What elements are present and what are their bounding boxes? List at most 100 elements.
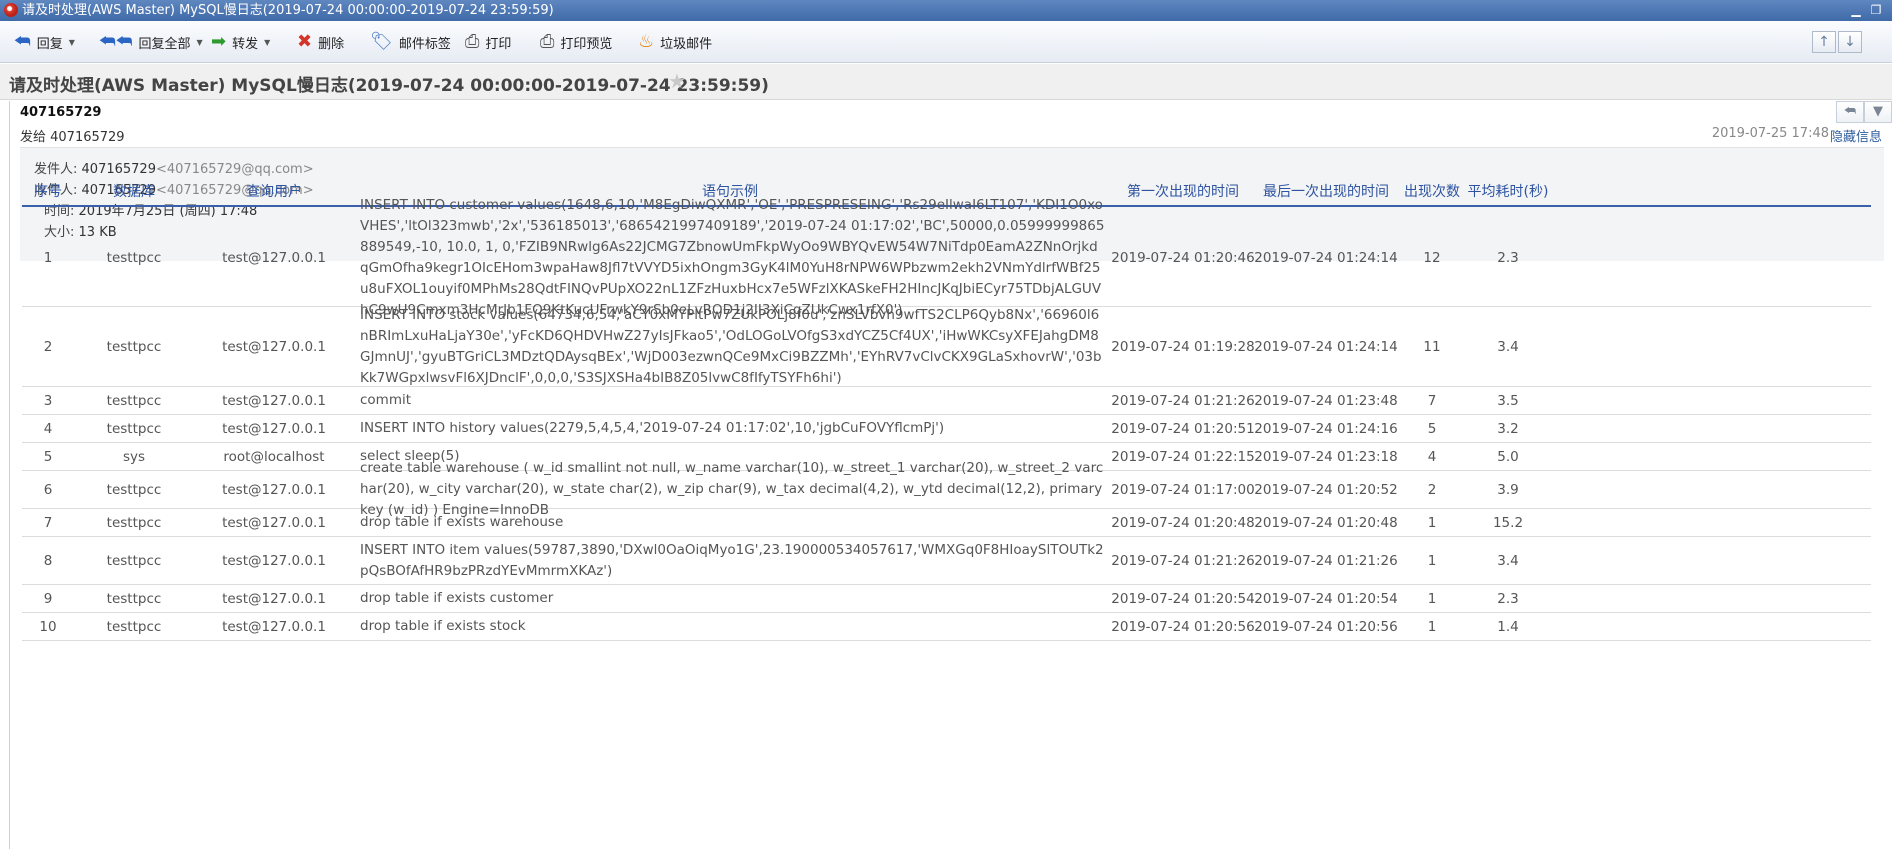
cell-sql: INSERT INTO item values(59787,3890,'DXwl…	[360, 541, 1104, 579]
print-button[interactable]: ⎙ 打印	[465, 29, 511, 55]
cell-db: testtpcc	[106, 618, 162, 635]
cell-first: 2019-07-24 01:17:00	[1111, 481, 1255, 498]
table-row[interactable]: 10 testtpcc test@127.0.0.1 drop table if ex…	[22, 613, 1871, 641]
reply-all-button[interactable]: ⮪⮪ 回复全部 ▼	[99, 29, 203, 55]
cell-avg: 3.4	[1497, 552, 1519, 569]
table-row[interactable]: 8 testtpcc test@127.0.0.1 INSERT INTO item …	[22, 537, 1871, 585]
cell-avg: 1.4	[1497, 618, 1519, 635]
cell-avg: 3.2	[1497, 420, 1519, 437]
table-row[interactable]: 4 testtpcc test@127.0.0.1 INSERT INTO histo…	[22, 415, 1871, 443]
cell-avg: 3.5	[1497, 392, 1519, 409]
cell-db: testtpcc	[106, 590, 162, 607]
cell-sql: INSERT INTO customer values(1648,6,10,'M…	[360, 197, 1105, 318]
cell-user: root@localhost	[223, 448, 325, 465]
cell-first: 2019-07-24 01:21:26	[1111, 552, 1255, 569]
quick-reply-icon[interactable]: ⮪	[1836, 101, 1864, 123]
reply-icon: ⮪	[14, 31, 31, 52]
cell-db: sys	[122, 448, 146, 465]
cell-user: test@127.0.0.1	[222, 590, 326, 607]
chevron-down-icon[interactable]: ▼	[197, 38, 203, 47]
cell-db: testtpcc	[106, 338, 162, 355]
hide-info-link[interactable]: 隐藏信息	[1830, 126, 1882, 145]
table-row[interactable]: 9 testtpcc test@127.0.0.1 drop table if exi…	[22, 585, 1871, 613]
table-row[interactable]: 2 testtpcc test@127.0.0.1 INSERT INTO stock…	[22, 307, 1871, 387]
cell-first: 2019-07-24 01:22:15	[1111, 448, 1255, 465]
chevron-down-icon[interactable]: ▼	[69, 38, 75, 47]
cell-first: 2019-07-24 01:21:26	[1111, 392, 1255, 409]
window-titlebar: 请及时处理(AWS Master) MySQL慢日志(2019-07-24 00…	[0, 0, 1892, 21]
reply-all-icon: ⮪⮪	[99, 31, 133, 52]
cell-user: test@127.0.0.1	[222, 338, 326, 355]
cell-avg: 15.2	[1492, 514, 1524, 531]
star-icon[interactable]: ★	[668, 69, 686, 93]
delete-icon: ✖	[297, 31, 313, 52]
cell-user: test@127.0.0.1	[222, 618, 326, 635]
cell-first: 2019-07-24 01:20:46	[1111, 249, 1255, 266]
col-header-avg-time: 平均耗时(秒)	[1467, 184, 1549, 200]
cell-user: test@127.0.0.1	[222, 249, 326, 266]
cell-sql: drop table if exists warehouse	[360, 514, 564, 530]
mail-date: 2019-07-25 17:48	[1711, 126, 1829, 141]
subject-bar: 请及时处理(AWS Master) MySQL慢日志(2019-07-24 00…	[0, 64, 1892, 100]
cell-sql: drop table if exists customer	[360, 590, 554, 606]
mail-subject: 请及时处理(AWS Master) MySQL慢日志(2019-07-24 00…	[9, 76, 769, 96]
arrow-up-icon[interactable]: ↑	[1812, 31, 1836, 53]
cell-user: test@127.0.0.1	[222, 392, 326, 409]
print-preview-icon: ⎙	[540, 31, 555, 52]
toolbar: ⮪ 回复 ▼ ⮪⮪ 回复全部 ▼ ➡ 转发 ▼ ✖ 删除 🏷 邮件标签 ⎙ 打印…	[0, 21, 1892, 63]
cell-avg: 2.3	[1497, 249, 1519, 266]
col-header-user: 查询用户	[246, 184, 302, 200]
forward-icon: ➡	[211, 31, 227, 52]
restore-icon[interactable]: ❐	[1868, 2, 1884, 18]
cell-first: 2019-07-24 01:20:56	[1111, 618, 1255, 635]
cell-user: test@127.0.0.1	[222, 420, 326, 437]
cell-sql: drop table if exists stock	[360, 618, 526, 634]
chevron-down-icon[interactable]: ▼	[1864, 101, 1892, 123]
spam-button[interactable]: ♨ 垃圾邮件	[638, 29, 712, 55]
window-title: 请及时处理(AWS Master) MySQL慢日志(2019-07-24 00…	[22, 3, 554, 18]
minimize-icon[interactable]: ▁	[1848, 2, 1864, 18]
send-to: 发给 407165729	[20, 130, 125, 145]
chevron-down-icon[interactable]: ▼	[264, 38, 270, 47]
mail-tag-label: 邮件标签	[398, 36, 451, 52]
app-icon	[4, 3, 18, 17]
reply-label: 回复	[36, 36, 63, 52]
forward-label: 转发	[232, 36, 259, 52]
cell-first: 2019-07-24 01:20:54	[1111, 590, 1255, 607]
cell-db: testtpcc	[106, 420, 162, 437]
cell-sql: create table warehouse ( w_id smallint n…	[360, 460, 1103, 518]
cell-first: 2019-07-24 01:20:51	[1111, 420, 1255, 437]
print-preview-button[interactable]: ⎙ 打印预览	[540, 29, 612, 55]
cell-db: testtpcc	[106, 392, 162, 409]
cell-avg: 5.0	[1497, 448, 1519, 465]
delete-label: 删除	[318, 36, 345, 52]
mail-tag-button[interactable]: 🏷 邮件标签	[370, 29, 451, 55]
cell-sql: INSERT INTO stock values(64734,6,54,'aCY…	[360, 306, 1102, 386]
cell-first: 2019-07-24 01:20:48	[1111, 514, 1255, 531]
reply-button[interactable]: ⮪ 回复 ▼	[14, 29, 75, 55]
cell-db: testtpcc	[106, 249, 162, 266]
table-row[interactable]: 3 testtpcc test@127.0.0.1 commit 2019-07-24 …	[22, 387, 1871, 415]
cell-db: testtpcc	[106, 481, 162, 498]
cell-first: 2019-07-24 01:19:28	[1111, 338, 1255, 355]
table-row[interactable]: 7 testtpcc test@127.0.0.1 drop table if exi…	[22, 509, 1871, 537]
forward-button[interactable]: ➡ 转发 ▼	[211, 29, 270, 55]
cell-db: testtpcc	[106, 514, 162, 531]
print-preview-label: 打印预览	[560, 36, 613, 52]
cell-sql: INSERT INTO history values(2279,5,4,5,4,…	[360, 420, 945, 436]
print-label: 打印	[485, 36, 512, 52]
cell-db: testtpcc	[106, 552, 162, 569]
reply-all-label: 回复全部	[138, 36, 191, 52]
cell-avg: 2.3	[1497, 590, 1519, 607]
spam-icon: ♨	[638, 31, 655, 52]
cell-user: test@127.0.0.1	[222, 514, 326, 531]
table-row[interactable]: 6testtpcctest@127.0.0.1create table ware…	[22, 460, 1871, 518]
table-row[interactable]: 1testtpcctest@127.0.0.1INSERT INTO custo…	[22, 197, 1871, 318]
cell-avg: 3.9	[1497, 481, 1519, 498]
tag-icon: 🏷	[370, 31, 393, 52]
arrow-down-icon[interactable]: ↓	[1838, 31, 1862, 53]
print-icon: ⎙	[465, 31, 480, 52]
cell-avg: 3.4	[1497, 338, 1519, 355]
sender-name[interactable]: 407165729	[20, 105, 101, 120]
delete-button[interactable]: ✖ 删除	[297, 29, 344, 55]
